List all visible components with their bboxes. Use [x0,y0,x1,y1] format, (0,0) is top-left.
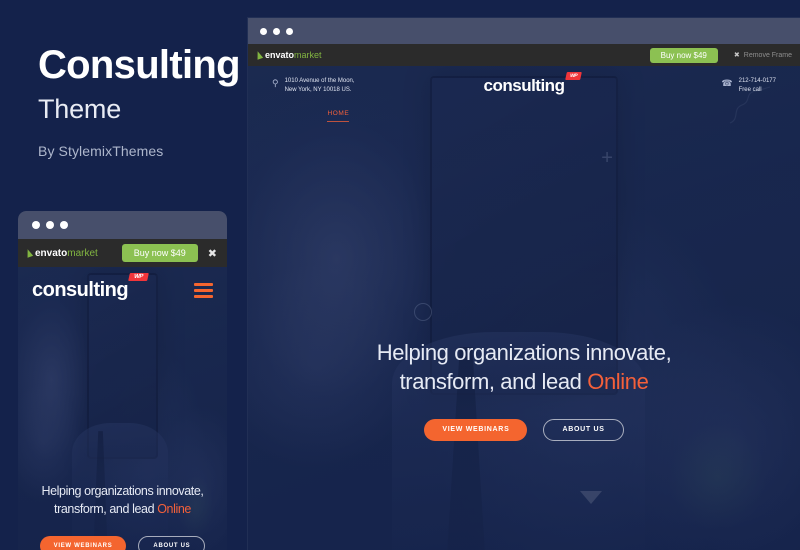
hamburger-bar-3 [194,294,213,298]
phone-note: Free call [738,87,762,93]
mobile-site-header: consulting WP [18,267,227,313]
mobile-window-dot-minimize[interactable] [46,221,54,229]
window-dot-minimize[interactable] [273,27,280,35]
window-dot-close[interactable] [260,27,267,35]
desktop-envato-bar: envato market Buy now $49 ✖ Remove Frame [248,44,800,66]
mobile-envato-logo-envato: envato [35,247,68,259]
mobile-buy-now-button[interactable]: Buy now $49 [121,244,198,262]
desktop-browser-mockup: envato market Buy now $49 ✖ Remove Frame… [248,18,800,550]
mobile-window-dot-maximize[interactable] [60,221,68,229]
mobile-hero-content: Helping organizations innovate, transfor… [18,483,227,550]
mobile-about-us-button[interactable]: ABOUT US [138,535,206,550]
mobile-wp-badge: WP [128,272,149,281]
address-line-2: New York, NY 10018 US. [284,87,352,93]
location-pin-icon: ⚲ [272,77,279,88]
wp-badge: WP [565,72,583,80]
envato-logo-envato: envato [265,50,295,60]
hero-content: Helping organizations innovate, transfor… [248,338,800,441]
promo-block: Consulting Theme By StylemixThemes [38,45,248,159]
site-logo-text: consulting [483,76,565,95]
site-logo[interactable]: consulting WP [483,72,583,96]
mobile-close-icon[interactable]: ✖ [208,247,217,260]
address-line-1: 1010 Avenue of the Moon, [284,77,355,84]
mobile-envato-market-logo[interactable]: envato market [24,247,98,259]
scroll-down-triangle-icon[interactable] [580,491,602,504]
mobile-envato-bar: envato market Buy now $49 ✖ [18,239,227,267]
mobile-site-logo-text: consulting [32,278,129,301]
close-icon: ✖ [733,52,740,59]
mobile-hero-headline-line-1: Helping organizations innovate, [41,484,204,498]
hero-cta-group: VIEW WEBINARS ABOUT US [248,418,800,441]
hero-headline-accent: Online [587,369,649,395]
phone-icon: ☎ [721,77,733,88]
buy-now-button[interactable]: Buy now $49 [649,47,718,63]
author-byline: By StylemixThemes [38,142,164,159]
mobile-hero-cta-group: VIEW WEBINARS ABOUT US [18,535,227,550]
desktop-browser-chrome [248,18,800,44]
page-title: Consulting [38,43,241,87]
hero-headline: Helping organizations innovate, transfor… [248,338,800,397]
envato-market-logo[interactable]: envato market [254,50,322,60]
leaf-icon [254,50,264,60]
hamburger-bar-2 [194,288,213,292]
hamburger-bar-1 [194,282,213,286]
mobile-hero-headline-line-2: transform, and lead [54,501,158,516]
hero-headline-line-2: transform, and lead [399,369,588,395]
window-dot-maximize[interactable] [286,27,293,35]
mobile-browser-mockup: envato market Buy now $49 ✖ consulting W… [18,211,227,550]
hero-overlay [248,66,800,550]
contact-phone[interactable]: ☎ 212-714-0177 Free call [610,77,776,96]
view-webinars-button[interactable]: VIEW WEBINARS [424,418,528,441]
remove-frame-label: Remove Frame [743,51,792,59]
mobile-window-controls[interactable] [32,221,68,229]
nav-item-home[interactable]: HOME [327,110,350,122]
hamburger-menu-icon[interactable] [194,282,213,298]
hero-headline-line-1: Helping organizations innovate, [376,340,672,365]
mobile-site-logo[interactable]: consulting WP [32,272,149,302]
leaf-icon [24,248,34,258]
site-top-bar: ⚲ 1010 Avenue of the Moon, New York, NY … [248,66,800,106]
phone-number: 212-714-0177 [738,77,776,84]
mobile-hero-headline-accent: Online [157,501,191,516]
mobile-view-webinars-button[interactable]: VIEW WEBINARS [39,535,127,550]
mobile-window-dot-close[interactable] [32,221,40,229]
envato-logo-market: market [294,50,322,60]
window-controls[interactable] [260,27,293,35]
desktop-site-viewport: + ⚲ 1010 Avenue of the Moon, New York, N… [248,66,800,550]
mobile-envato-logo-market: market [67,247,98,259]
mobile-browser-chrome [18,211,227,239]
screenshot-root: Consulting Theme By StylemixThemes envat… [0,0,800,550]
mobile-site-viewport: consulting WP Helping organizations inno… [18,267,227,550]
mobile-hero-headline: Helping organizations innovate, transfor… [18,483,227,519]
page-subtitle: Theme [38,93,122,124]
about-us-button[interactable]: ABOUT US [543,418,624,441]
remove-frame-button[interactable]: ✖ Remove Frame [733,51,792,60]
contact-address: ⚲ 1010 Avenue of the Moon, New York, NY … [272,77,438,96]
